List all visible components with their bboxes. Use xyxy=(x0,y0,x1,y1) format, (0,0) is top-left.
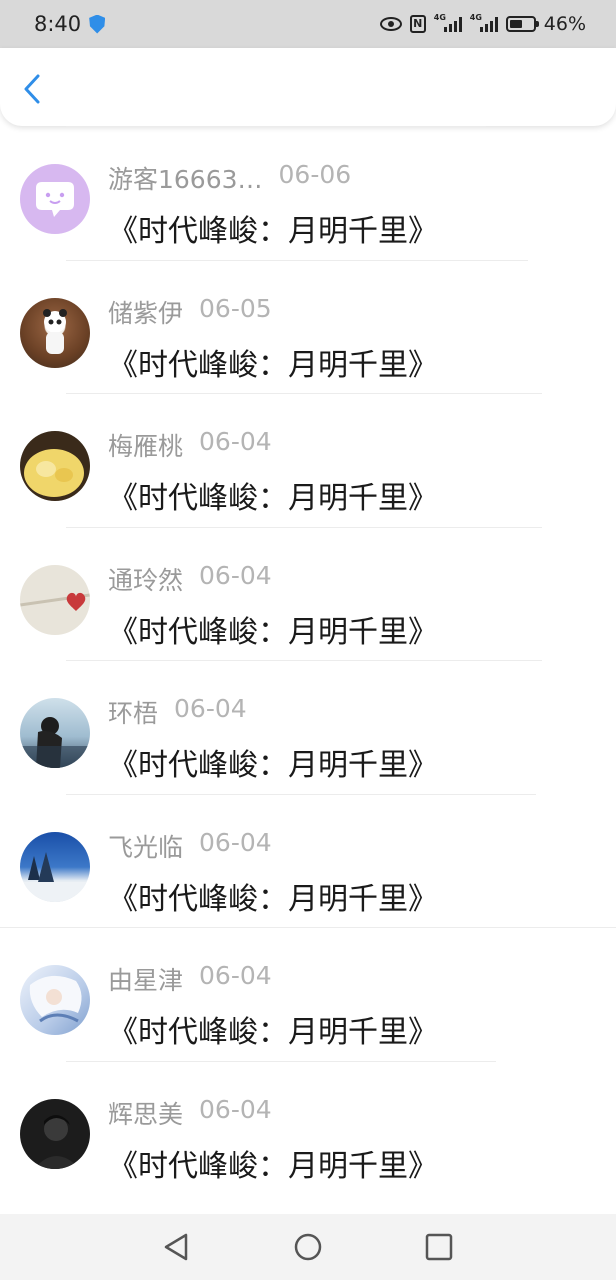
top-bar xyxy=(0,48,616,126)
list-item[interactable]: 环梧 06-04 《时代峰峻：月明千里》 xyxy=(0,660,616,794)
divider xyxy=(66,393,542,394)
item-title: 《时代峰峻：月明千里》 xyxy=(108,1148,438,1184)
nav-back-button[interactable] xyxy=(162,1232,192,1262)
item-date: 06-04 xyxy=(199,961,272,990)
avatar[interactable] xyxy=(20,297,90,368)
item-meta: 飞光临 06-04 xyxy=(108,828,272,864)
item-title: 《时代峰峻：月明千里》 xyxy=(108,347,438,383)
avatar[interactable] xyxy=(20,564,90,635)
user-name: 辉思美 xyxy=(108,1099,184,1129)
avatar[interactable] xyxy=(20,965,90,1035)
user-name: 梅雁桃 xyxy=(108,432,184,461)
square-recents-icon xyxy=(425,1233,453,1261)
user-name: 储紫伊 xyxy=(108,298,184,328)
divider xyxy=(66,259,528,261)
chevron-left-icon xyxy=(24,74,40,104)
user-name: 飞光临 xyxy=(108,832,184,862)
circle-home-icon xyxy=(294,1233,322,1261)
list-item[interactable]: 梅雁桃 06-04 《时代峰峻：月明千里》 xyxy=(0,393,616,527)
chat-bubble-icon xyxy=(36,182,74,217)
item-date: 06-04 xyxy=(199,427,272,456)
shield-icon xyxy=(89,14,106,34)
user-name: 通玲然 xyxy=(108,565,184,595)
item-title: 《时代峰峻：月明千里》 xyxy=(108,614,438,650)
nav-home-button[interactable] xyxy=(293,1232,323,1262)
triangle-back-icon xyxy=(164,1233,188,1261)
status-left: 8:40 xyxy=(34,12,106,36)
avatar[interactable] xyxy=(20,1098,90,1169)
list-item[interactable]: 飞光临 06-04 《时代峰峻：月明千里》 xyxy=(0,793,616,928)
back-button[interactable] xyxy=(18,72,48,106)
user-list: 游客16663… 06-06 《时代峰峻：月明千里》 储紫伊 06-05 《时代… xyxy=(0,126,616,1194)
item-date: 06-04 xyxy=(199,827,272,857)
divider xyxy=(66,660,542,661)
nav-recents-button[interactable] xyxy=(424,1232,454,1262)
divider xyxy=(66,1060,496,1062)
list-item[interactable]: 通玲然 06-04 《时代峰峻：月明千里》 xyxy=(0,526,616,661)
item-meta: 由星津 06-04 xyxy=(108,961,272,997)
user-name: 环梧 xyxy=(108,699,159,728)
divider xyxy=(0,927,616,928)
eye-icon xyxy=(379,17,402,31)
item-meta: 储紫伊 06-05 xyxy=(108,294,272,330)
item-title: 《时代峰峻：月明千里》 xyxy=(108,881,438,917)
item-title: 《时代峰峻：月明千里》 xyxy=(108,1015,438,1050)
list-item[interactable]: 辉思美 06-04 《时代峰峻：月明千里》 xyxy=(0,1060,616,1195)
item-date: 06-04 xyxy=(199,1094,272,1124)
item-date: 06-05 xyxy=(199,293,272,323)
item-title: 《时代峰峻：月明千里》 xyxy=(108,748,438,783)
status-time: 8:40 xyxy=(34,12,82,36)
battery-percent: 46% xyxy=(543,13,586,35)
item-date: 06-04 xyxy=(174,694,247,723)
item-meta: 通玲然 06-04 xyxy=(108,561,272,597)
item-date: 06-06 xyxy=(278,160,352,189)
avatar[interactable] xyxy=(20,431,90,501)
user-name: 由星津 xyxy=(108,966,184,995)
status-bar: 8:40 N 4G 4G 46% xyxy=(0,0,616,48)
heart-photo xyxy=(20,592,90,611)
divider xyxy=(66,126,486,127)
list-item[interactable]: 游客16663… 06-06 《时代峰峻：月明千里》 xyxy=(0,126,616,260)
signal-tag: 4G xyxy=(469,13,482,22)
item-meta: 辉思美 06-04 xyxy=(108,1095,272,1131)
item-title: 《时代峰峻：月明千里》 xyxy=(108,214,438,249)
snow-photo xyxy=(20,851,90,902)
item-title: 《时代峰峻：月明千里》 xyxy=(108,481,438,516)
bread-photo xyxy=(24,449,84,497)
item-meta: 环梧 06-04 xyxy=(108,694,247,730)
list-item[interactable]: 储紫伊 06-05 《时代峰峻：月明千里》 xyxy=(0,259,616,394)
item-meta: 游客16663… 06-06 xyxy=(108,160,351,196)
system-nav-bar xyxy=(0,1214,616,1280)
avatar[interactable] xyxy=(20,698,90,768)
nfc-icon: N xyxy=(409,15,426,33)
divider xyxy=(66,526,542,528)
avatar[interactable] xyxy=(20,164,90,234)
list-item[interactable]: 由星津 06-04 《时代峰峻：月明千里》 xyxy=(0,927,616,1061)
status-right: N 4G 4G 46% xyxy=(379,13,586,35)
girl-photo xyxy=(20,717,90,768)
signal-icon: 4G xyxy=(469,13,498,32)
panda-photo xyxy=(43,308,67,354)
signal-tag: 4G xyxy=(433,13,446,22)
divider xyxy=(66,793,536,795)
signal-icon: 4G xyxy=(433,13,462,32)
avatar[interactable] xyxy=(20,831,90,902)
user-name: 游客16663… xyxy=(108,165,263,194)
item-date: 06-04 xyxy=(199,560,272,590)
person-photo xyxy=(34,1114,80,1169)
battery-icon xyxy=(505,16,539,32)
item-meta: 梅雁桃 06-04 xyxy=(108,427,272,463)
anime-photo xyxy=(29,975,82,1023)
